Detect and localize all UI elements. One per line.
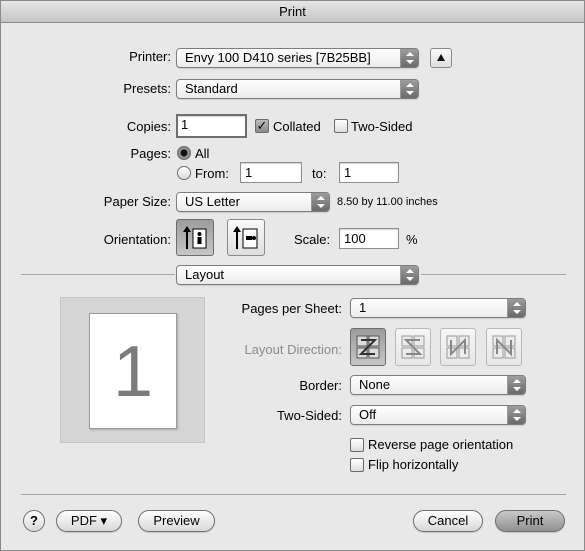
reverse-orientation-checkbox[interactable] <box>350 438 364 452</box>
popup-arrows-icon <box>507 406 525 424</box>
collated-checkbox[interactable]: ✓ <box>255 119 269 133</box>
layout-two-sided-value: Off <box>359 407 377 422</box>
reverse-n-direction-icon <box>492 335 516 359</box>
pdf-menu-button[interactable]: PDF ▾ <box>56 510 122 532</box>
pages-per-sheet-popup[interactable]: 1 <box>350 298 526 318</box>
pages-label: Pages: <box>130 146 171 161</box>
reverse-z-direction-icon <box>401 335 425 359</box>
paper-size-popup[interactable]: US Letter <box>176 192 330 212</box>
n-direction-icon <box>446 335 470 359</box>
border-value: None <box>359 377 391 392</box>
pages-per-sheet-value: 1 <box>359 300 367 315</box>
scale-unit: % <box>406 232 418 247</box>
popup-arrows-icon <box>507 299 525 317</box>
portrait-orientation-button[interactable] <box>176 219 214 256</box>
preview-page: 1 <box>89 313 177 429</box>
border-label: Border: <box>299 378 342 393</box>
orientation-label: Orientation: <box>103 232 171 247</box>
popup-arrows-icon <box>311 193 329 211</box>
layout-two-sided-popup[interactable]: Off <box>350 405 526 425</box>
page-preview: 1 <box>60 297 205 443</box>
scale-label: Scale: <box>294 232 331 247</box>
layout-direction-reverse-z-button[interactable] <box>395 328 431 366</box>
pages-per-sheet-label: Pages per Sheet: <box>241 301 342 316</box>
print-button[interactable]: Print <box>495 510 565 532</box>
pages-to-field[interactable]: 1 <box>339 162 399 183</box>
expand-details-button[interactable] <box>430 48 452 68</box>
separator-right <box>421 274 566 275</box>
triangle-up-icon <box>437 54 445 61</box>
layout-direction-n-button[interactable] <box>440 328 476 366</box>
border-popup[interactable]: None <box>350 375 526 395</box>
printer-popup[interactable]: Envy 100 D410 series [7B25BB] <box>176 48 419 68</box>
popup-arrows-icon <box>507 376 525 394</box>
paper-size-label: Paper Size: <box>103 194 171 209</box>
flip-horizontally-label: Flip horizontally <box>368 457 459 472</box>
print-dialog: Print Printer: Envy 100 D410 series [7B2… <box>0 0 585 551</box>
landscape-orientation-button[interactable] <box>227 219 265 256</box>
popup-arrows-icon <box>400 49 418 67</box>
pages-all-radio[interactable] <box>177 146 191 160</box>
layout-direction-reverse-n-button[interactable] <box>486 328 522 366</box>
scale-field[interactable]: 100 <box>339 228 399 249</box>
pages-all-label: All <box>195 146 210 161</box>
preview-button[interactable]: Preview <box>138 510 215 532</box>
layout-direction-z-button[interactable] <box>350 328 386 366</box>
presets-popup[interactable]: Standard <box>176 79 419 99</box>
two-sided-checkbox[interactable] <box>334 119 348 133</box>
two-sided-label: Two-Sided <box>351 119 413 134</box>
landscape-orientation-icon <box>233 226 258 249</box>
copies-field[interactable]: 1 <box>176 114 247 138</box>
collated-label: Collated <box>273 119 321 134</box>
section-value: Layout <box>185 267 225 282</box>
window-title: Print <box>1 1 584 23</box>
popup-arrows-icon <box>400 266 418 284</box>
flip-horizontally-checkbox[interactable] <box>350 458 364 472</box>
help-button[interactable]: ? <box>23 510 45 532</box>
portrait-orientation-icon <box>183 226 207 249</box>
presets-label: Presets: <box>123 81 171 96</box>
printer-value: Envy 100 D410 series [7B25BB] <box>185 50 371 65</box>
paper-size-value: US Letter <box>185 194 240 209</box>
preview-page-number: 1 <box>112 332 154 412</box>
printer-label: Printer: <box>129 49 171 64</box>
z-direction-icon <box>356 335 380 359</box>
popup-arrows-icon <box>400 80 418 98</box>
pages-from-label: From: <box>195 166 229 181</box>
footer-separator <box>21 494 566 495</box>
pages-from-field[interactable]: 1 <box>240 162 302 183</box>
paper-dimensions: 8.50 by 11.00 inches <box>337 196 438 208</box>
separator-left <box>21 274 175 275</box>
reverse-orientation-label: Reverse page orientation <box>368 437 514 452</box>
layout-two-sided-label: Two-Sided: <box>276 408 342 423</box>
presets-value: Standard <box>185 81 238 96</box>
pages-from-radio[interactable] <box>177 166 191 180</box>
copies-label: Copies: <box>126 119 171 134</box>
pages-to-label: to: <box>312 166 327 181</box>
section-popup[interactable]: Layout <box>176 265 419 285</box>
cancel-button[interactable]: Cancel <box>413 510 483 532</box>
layout-direction-label: Layout Direction: <box>244 342 342 357</box>
